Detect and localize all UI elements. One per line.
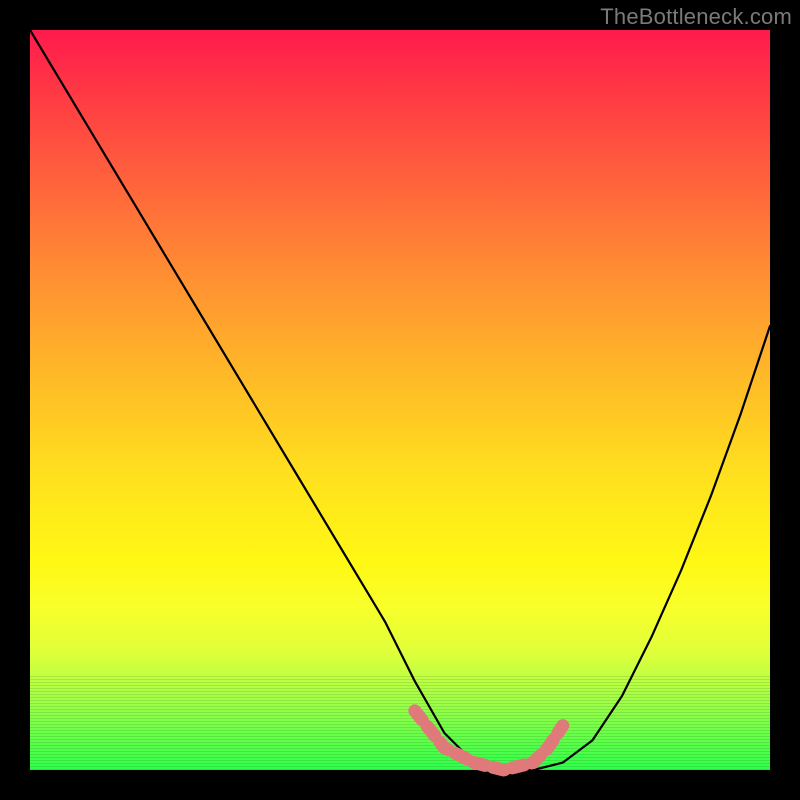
plot-area [30, 30, 770, 770]
chart-frame: TheBottleneck.com [0, 0, 800, 800]
bottleneck-curve-path [30, 30, 770, 770]
curve-layer [30, 30, 770, 770]
watermark-text: TheBottleneck.com [600, 4, 792, 30]
